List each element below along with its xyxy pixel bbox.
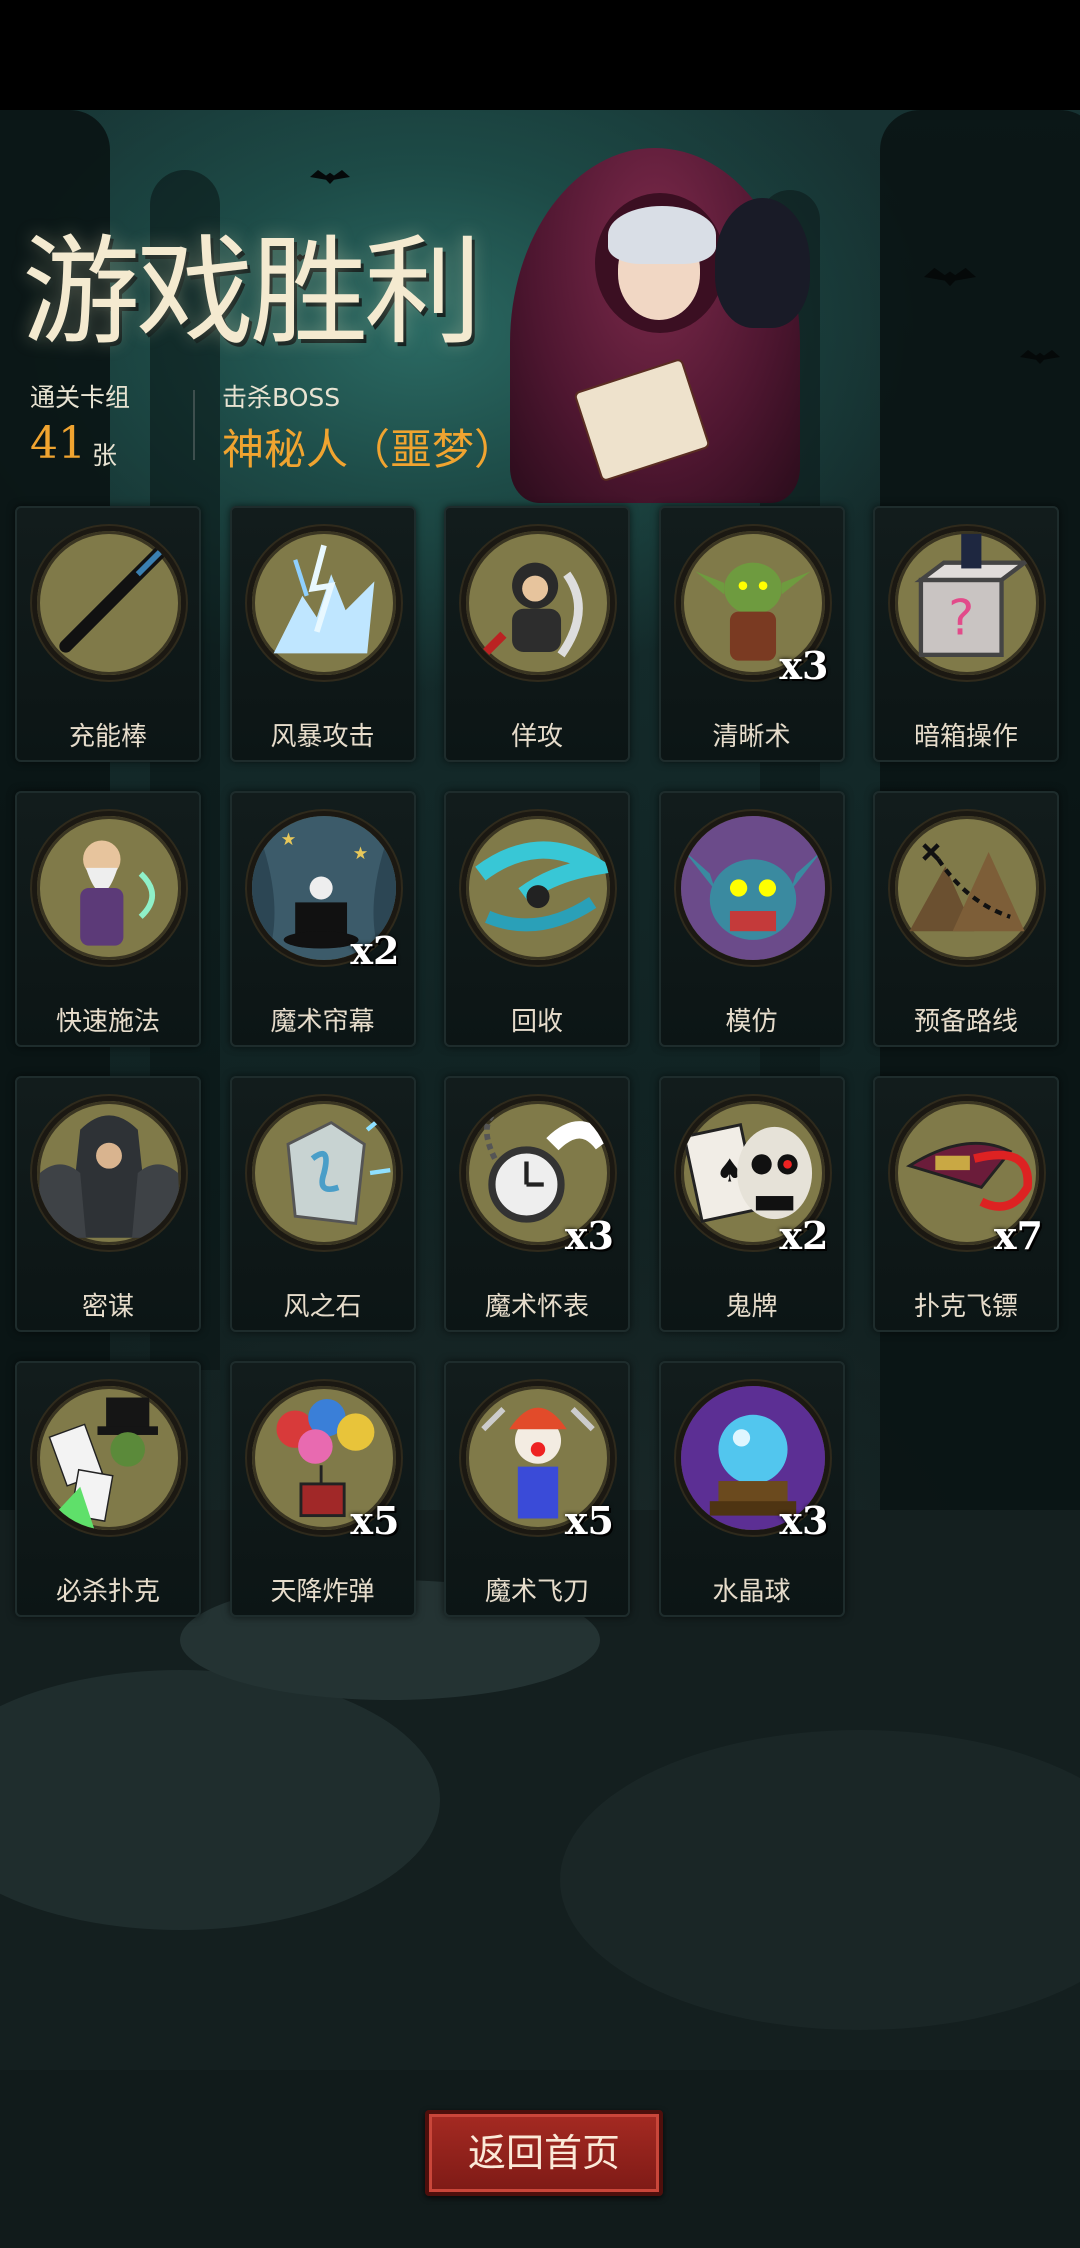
magician-cards-icon (32, 1381, 186, 1535)
card-name: 风暴攻击 (270, 722, 375, 752)
deck-card[interactable]: x3 清晰术 (658, 506, 845, 762)
svg-text:★: ★ (280, 830, 295, 850)
card-count-badge: x7 (993, 1213, 1043, 1258)
boss-name: 神秘人（噩梦） (222, 425, 517, 474)
deck-card[interactable]: 风暴攻击 (229, 506, 416, 762)
card-name: 魔术飞刀 (484, 1577, 589, 1607)
swirl-icon (461, 811, 615, 965)
deck-card[interactable]: 密谋 (15, 1076, 201, 1332)
card-name: 回收 (510, 1007, 563, 1037)
deck-card[interactable]: 必杀扑克 (15, 1361, 201, 1617)
deck-card[interactable]: 预备路线 (873, 791, 1059, 1047)
card-name: 佯攻 (510, 722, 563, 752)
deck-card[interactable]: x5 魔术飞刀 (444, 1361, 630, 1617)
deck-card[interactable]: 风之石 (229, 1076, 416, 1332)
svg-text:?: ? (948, 590, 974, 647)
return-home-button[interactable]: 返回首页 (425, 2110, 663, 2196)
feint-swordsman-icon (461, 526, 615, 680)
deck-stat: 通关卡组 41 张 (30, 378, 131, 470)
treasure-map-icon (890, 811, 1044, 965)
card-count-badge: x3 (779, 1498, 829, 1543)
page-title: 游戏胜利 (22, 223, 482, 361)
troll-face-icon (675, 811, 830, 965)
boss-stat: 击杀BOSS 神秘人（噩梦） (222, 378, 516, 474)
card-name: 暗箱操作 (913, 722, 1018, 752)
card-name: 水晶球 (712, 1577, 791, 1607)
stat-divider (193, 390, 195, 460)
deck-count: 41 (30, 418, 86, 469)
deck-card[interactable]: ? 暗箱操作 (873, 506, 1059, 762)
deck-card[interactable]: x3 魔术怀表 (444, 1076, 630, 1332)
card-count-badge: x5 (350, 1498, 400, 1543)
card-name: 魔术怀表 (484, 1292, 589, 1322)
old-wizard-icon (32, 811, 186, 965)
deck-card[interactable]: x5 天降炸弹 (229, 1361, 416, 1617)
hooded-conspirators-icon (32, 1096, 186, 1250)
deck-card[interactable]: ★ ★ x2 魔术帘幕 (229, 791, 416, 1047)
svg-text:★: ★ (352, 844, 367, 864)
wind-stone-icon (246, 1096, 401, 1250)
card-name: 模仿 (725, 1007, 778, 1037)
deck-card[interactable]: 充能棒 (15, 506, 201, 762)
deck-card[interactable]: ♠ x2 鬼牌 (658, 1076, 845, 1332)
deck-card[interactable]: 模仿 (658, 791, 845, 1047)
card-name: 预备路线 (913, 1007, 1018, 1037)
deck-card[interactable]: 佯攻 (444, 506, 630, 762)
lightning-storm-icon (246, 526, 401, 680)
wand-icon (32, 526, 186, 680)
card-name: 清晰术 (712, 722, 791, 752)
run-summary: 通关卡组 41 张 击杀BOSS 神秘人（噩梦） (30, 378, 550, 478)
card-count-badge: x3 (564, 1213, 614, 1258)
crow-icon (715, 198, 810, 328)
deck-card[interactable]: 回收 (444, 791, 630, 1047)
deck-unit: 张 (92, 441, 118, 470)
card-count-badge: x3 (779, 643, 829, 688)
mystery-box-icon: ? (890, 526, 1044, 680)
boss-label: 击杀BOSS (222, 383, 341, 412)
deck-card[interactable]: 快速施法 (15, 791, 201, 1047)
card-name: 必杀扑克 (55, 1577, 160, 1607)
card-name: 天降炸弹 (270, 1577, 375, 1607)
card-name: 密谋 (81, 1292, 134, 1322)
card-count-badge: x2 (350, 928, 400, 973)
card-name: 充能棒 (68, 722, 147, 752)
card-name: 鬼牌 (725, 1292, 778, 1322)
card-count-badge: x5 (564, 1498, 614, 1543)
card-name: 风之石 (283, 1292, 362, 1322)
card-name: 快速施法 (55, 1007, 160, 1037)
deck-label: 通关卡组 (30, 383, 131, 412)
status-bar (0, 0, 1080, 110)
deck-card[interactable]: x7 扑克飞镖 (873, 1076, 1059, 1332)
card-count-badge: x2 (779, 1213, 829, 1258)
card-name: 扑克飞镖 (913, 1292, 1018, 1322)
card-name: 魔术帘幕 (270, 1007, 375, 1037)
deck-card[interactable]: x3 水晶球 (658, 1361, 845, 1617)
